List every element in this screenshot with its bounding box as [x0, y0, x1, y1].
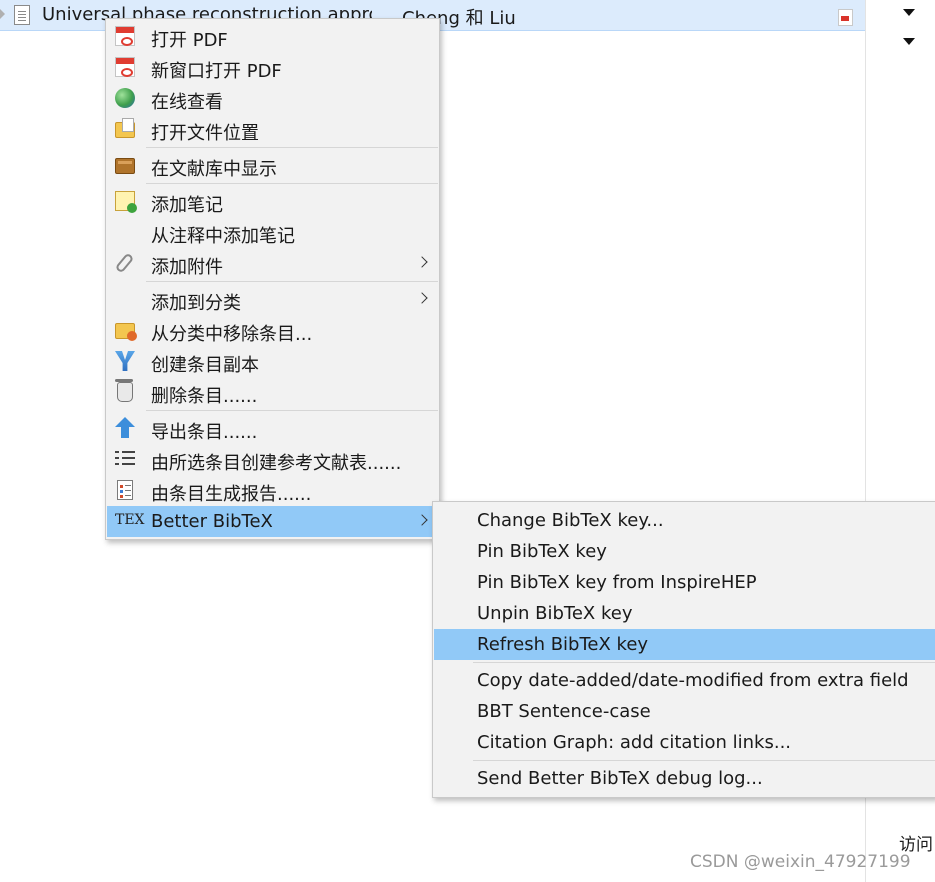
- menu-item-create-bibliography[interactable]: 由所选条目创建参考文献表......: [107, 444, 438, 475]
- menu-item-label: Change BibTeX key...: [477, 510, 664, 531]
- bibliography-icon: [115, 449, 135, 469]
- menu-separator: [473, 760, 935, 761]
- submenu-item-pin-key-inspirehep[interactable]: Pin BibTeX key from InspireHEP: [434, 567, 935, 598]
- menu-separator: [146, 147, 438, 148]
- submenu-item-debug-log[interactable]: Send Better BibTeX debug log...: [434, 763, 935, 794]
- menu-separator: [146, 183, 438, 184]
- menu-item-open-pdf[interactable]: 打开 PDF: [107, 21, 438, 52]
- menu-item-label: Refresh BibTeX key: [477, 634, 649, 655]
- menu-item-label: 创建条目副本: [151, 355, 259, 376]
- chevron-down-icon[interactable]: [903, 38, 915, 45]
- menu-item-label: 在线查看: [151, 92, 223, 113]
- folder-icon: [115, 118, 135, 138]
- menu-item-label: 删除条目......: [151, 386, 258, 407]
- menu-item-add-note[interactable]: 添加笔记: [107, 186, 438, 217]
- add-note-icon: [115, 191, 137, 213]
- pdf-attachment-icon[interactable]: [838, 9, 853, 26]
- twisty-icon[interactable]: [0, 9, 5, 19]
- menu-item-label: 添加附件: [151, 257, 223, 278]
- menu-item-duplicate-item[interactable]: 创建条目副本: [107, 346, 438, 377]
- submenu-item-sentence-case[interactable]: BBT Sentence-case: [434, 696, 935, 727]
- menu-item-better-bibtex[interactable]: TEX Better BibTeX: [107, 506, 438, 537]
- export-icon: [115, 417, 135, 438]
- menu-item-label: Citation Graph: add citation links...: [477, 732, 792, 753]
- chevron-right-icon: [416, 292, 428, 304]
- menu-item-generate-report[interactable]: 由条目生成报告......: [107, 475, 438, 506]
- chevron-right-icon: [416, 514, 428, 526]
- menu-separator: [146, 281, 438, 282]
- menu-item-label: 由条目生成报告......: [151, 484, 312, 505]
- menu-item-label: 从注释中添加笔记: [151, 226, 295, 247]
- menu-item-label: Copy date-added/date-modified from extra…: [477, 670, 909, 691]
- menu-item-label: 添加到分类: [151, 293, 241, 314]
- duplicate-icon: [115, 351, 135, 371]
- better-bibtex-submenu: Change BibTeX key... Pin BibTeX key Pin …: [432, 501, 935, 798]
- trash-icon: [115, 379, 133, 402]
- context-menu: 打开 PDF 新窗口打开 PDF 在线查看 打开文件位置 在文献库中显示 添加笔…: [105, 18, 440, 540]
- menu-item-remove-from-collection[interactable]: 从分类中移除条目...: [107, 315, 438, 346]
- menu-item-label: 从分类中移除条目...: [151, 324, 313, 345]
- submenu-item-copy-dates[interactable]: Copy date-added/date-modified from extra…: [434, 665, 935, 696]
- library-icon: [115, 158, 135, 174]
- folder-remove-icon: [115, 323, 137, 341]
- menu-item-label: 打开 PDF: [151, 30, 228, 51]
- menu-separator: [146, 410, 438, 411]
- menu-item-label: 导出条目......: [151, 422, 258, 443]
- chevron-down-icon[interactable]: [903, 9, 915, 16]
- submenu-item-change-key[interactable]: Change BibTeX key...: [434, 505, 935, 536]
- menu-item-label: 添加笔记: [151, 195, 223, 216]
- menu-item-label: 在文献库中显示: [151, 159, 277, 180]
- menu-item-show-file[interactable]: 打开文件位置: [107, 114, 438, 145]
- menu-item-label: Send Better BibTeX debug log...: [477, 768, 763, 789]
- pdf-icon: [115, 57, 135, 77]
- menu-item-add-note-from-annotations[interactable]: 从注释中添加笔记: [107, 217, 438, 248]
- submenu-item-refresh-key[interactable]: Refresh BibTeX key: [434, 629, 935, 660]
- menu-item-open-pdf-new-window[interactable]: 新窗口打开 PDF: [107, 52, 438, 83]
- menu-item-label: Pin BibTeX key: [477, 541, 607, 562]
- menu-item-label: Unpin BibTeX key: [477, 603, 633, 624]
- globe-icon: [115, 88, 135, 108]
- menu-item-label: BBT Sentence-case: [477, 701, 651, 722]
- menu-item-label: Pin BibTeX key from InspireHEP: [477, 572, 757, 593]
- menu-item-show-in-library[interactable]: 在文献库中显示: [107, 150, 438, 181]
- pdf-icon: [115, 26, 135, 46]
- menu-item-export-item[interactable]: 导出条目......: [107, 413, 438, 444]
- menu-item-add-attachment[interactable]: 添加附件: [107, 248, 438, 279]
- menu-item-label: 由所选条目创建参考文献表......: [151, 453, 402, 474]
- menu-separator: [473, 662, 935, 663]
- menu-item-view-online[interactable]: 在线查看: [107, 83, 438, 114]
- document-icon: [14, 5, 30, 25]
- menu-item-label: 新窗口打开 PDF: [151, 61, 282, 82]
- paperclip-icon: [114, 252, 135, 274]
- submenu-item-pin-key[interactable]: Pin BibTeX key: [434, 536, 935, 567]
- submenu-item-unpin-key[interactable]: Unpin BibTeX key: [434, 598, 935, 629]
- menu-item-label: 打开文件位置: [151, 123, 259, 144]
- watermark-text: CSDN @weixin_47927199: [690, 852, 911, 872]
- menu-item-add-to-collection[interactable]: 添加到分类: [107, 284, 438, 315]
- chevron-right-icon: [416, 256, 428, 268]
- menu-item-delete-item[interactable]: 删除条目......: [107, 377, 438, 408]
- tex-icon: TEX: [115, 512, 145, 528]
- submenu-item-citation-graph[interactable]: Citation Graph: add citation links...: [434, 727, 935, 758]
- menu-item-label: Better BibTeX: [151, 511, 273, 532]
- report-icon: [117, 480, 133, 500]
